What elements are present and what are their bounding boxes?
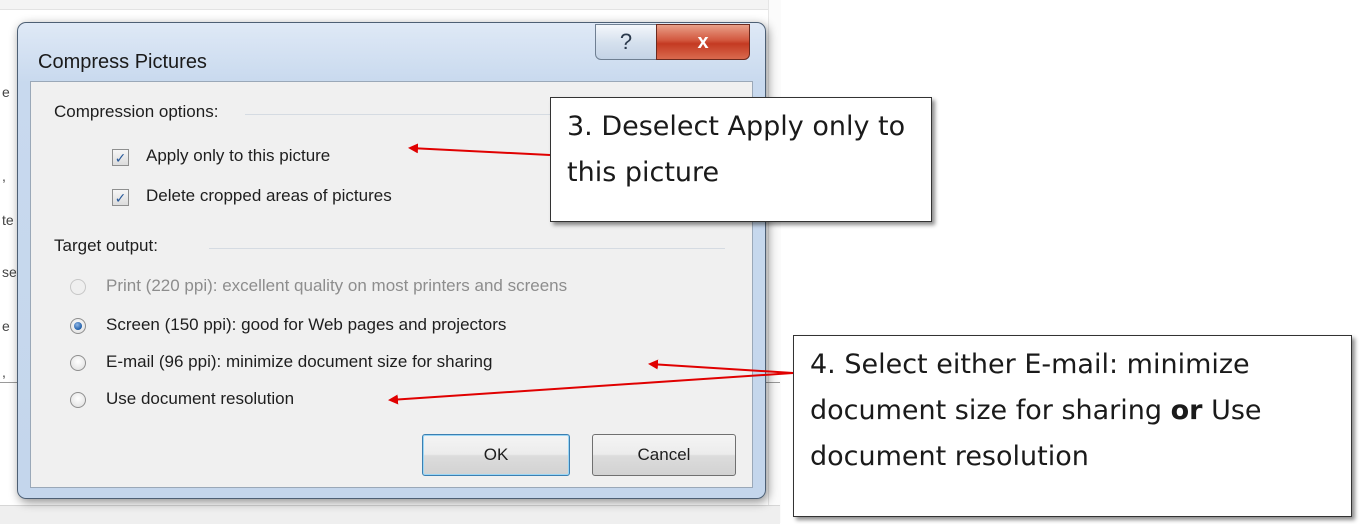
screen-option-label[interactable]: Screen (150 ppi): good for Web pages and…: [106, 315, 506, 335]
email-radio[interactable]: [70, 355, 86, 371]
checkmark-icon: ✓: [114, 189, 127, 206]
apply-only-label[interactable]: Apply only to this picture: [146, 146, 330, 166]
compress-pictures-dialog: Compress Pictures ? x Compression option…: [17, 22, 766, 499]
target-output-label: Target output:: [54, 236, 158, 255]
background-text-fragment: e: [2, 84, 10, 100]
background-text-fragment: te: [2, 212, 14, 228]
radio-selected-dot: [74, 322, 82, 330]
question-mark-icon: ?: [619, 29, 633, 54]
background-text-fragment: ,: [2, 168, 6, 184]
background-status-edge: [0, 505, 780, 524]
checkmark-icon: ✓: [114, 149, 127, 166]
background-scrollbar-edge: [768, 0, 781, 523]
apply-only-checkbox[interactable]: ✓: [112, 149, 129, 166]
print-option-label[interactable]: Print (220 ppi): excellent quality on mo…: [106, 276, 567, 296]
group-divider: [209, 248, 725, 249]
compression-options-label: Compression options:: [54, 102, 219, 121]
screen-radio[interactable]: [70, 318, 86, 334]
cancel-button[interactable]: Cancel: [592, 434, 736, 476]
close-button[interactable]: x: [656, 24, 750, 60]
callout-step-3-text: 3. Deselect Apply only to this picture: [567, 111, 906, 188]
dialog-titlebar[interactable]: Compress Pictures ? x: [18, 23, 765, 79]
callout-step-3: 3. Deselect Apply only to this picture: [550, 97, 932, 222]
document-resolution-radio[interactable]: [70, 392, 86, 408]
delete-cropped-checkbox[interactable]: ✓: [112, 189, 129, 206]
document-resolution-option-label[interactable]: Use document resolution: [106, 389, 294, 409]
dialog-title: Compress Pictures: [38, 51, 207, 73]
delete-cropped-label[interactable]: Delete cropped areas of pictures: [146, 186, 392, 206]
callout-step-4-emphasis: or: [1170, 395, 1203, 426]
close-icon: x: [697, 30, 709, 53]
ok-button[interactable]: OK: [422, 434, 570, 476]
email-option-label[interactable]: E-mail (96 ppi): minimize document size …: [106, 352, 492, 372]
background-text-fragment: ,: [2, 364, 6, 380]
background-text-fragment: e: [2, 318, 10, 334]
background-toolbar-edge: [0, 0, 780, 10]
help-button[interactable]: ?: [595, 24, 657, 60]
background-text-fragment: se: [2, 264, 17, 280]
print-radio[interactable]: [70, 279, 86, 295]
callout-step-4: 4. Select either E-mail: minimize docume…: [793, 335, 1352, 517]
